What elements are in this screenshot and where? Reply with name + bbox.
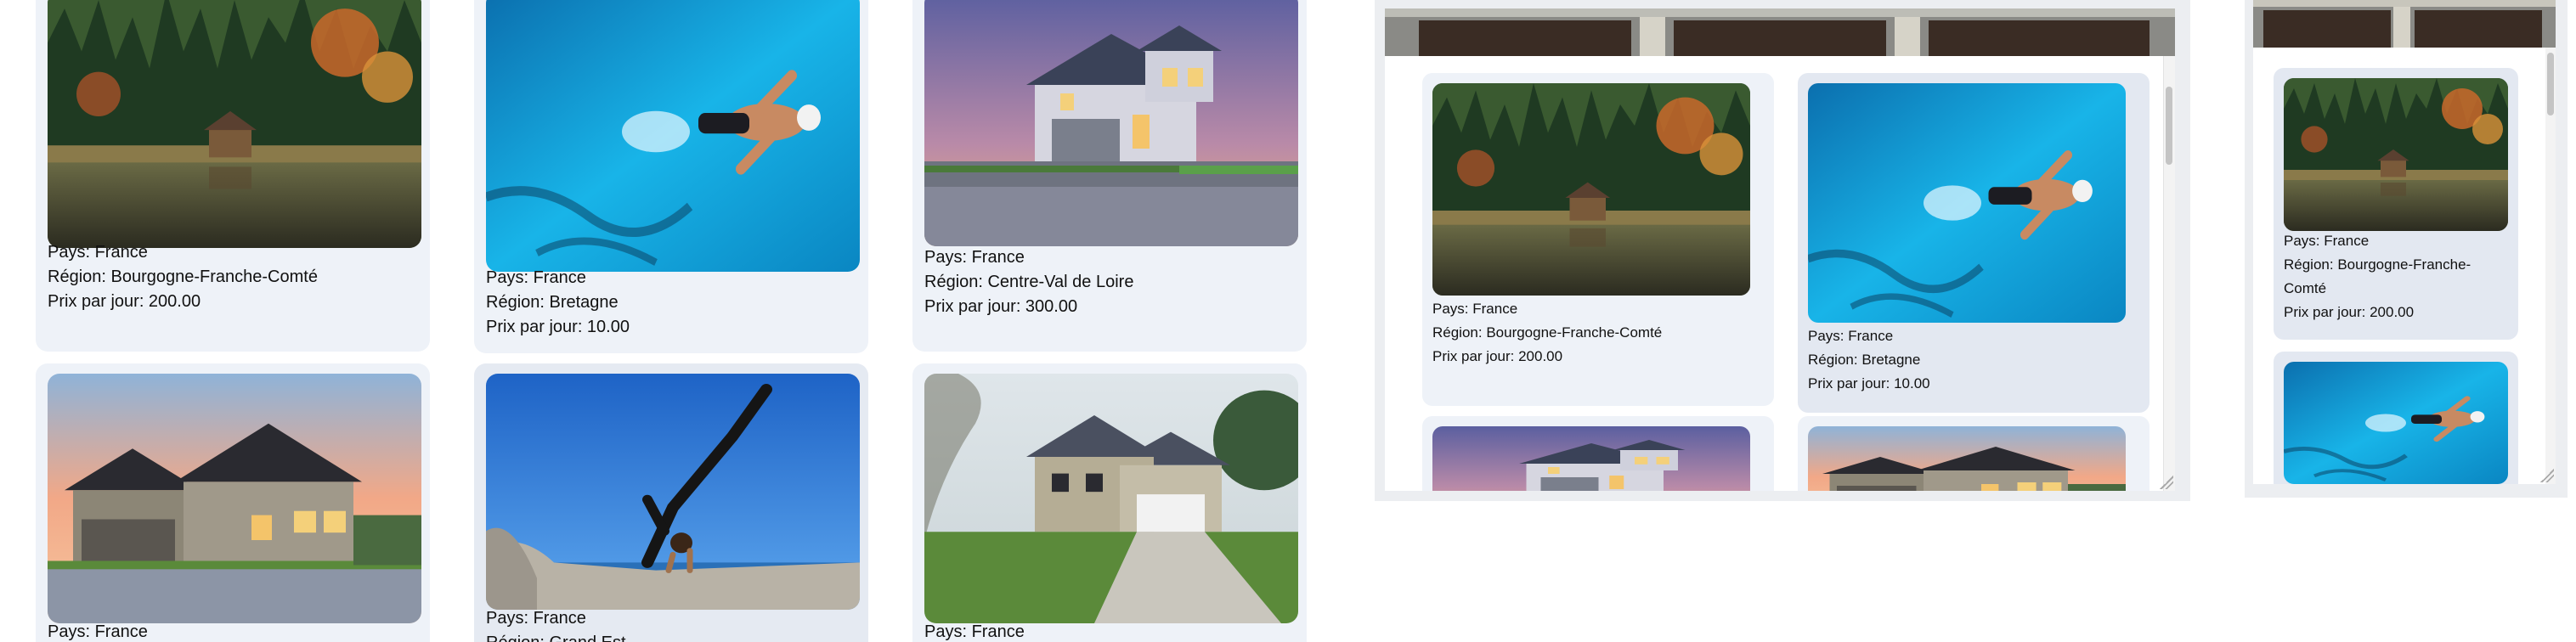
listing-country: Pays: France: [48, 243, 148, 262]
vertical-scrollbar[interactable]: [2163, 56, 2175, 491]
listing-card[interactable]: Pays: France Région: Bretagne Prix par j…: [1798, 73, 2149, 413]
listing-price: Prix par jour: 200.00: [1432, 348, 1563, 364]
listing-region: Région: Grand Est: [486, 631, 626, 642]
header-image-strip: [2253, 0, 2556, 48]
listing-image: [924, 0, 1298, 246]
listing-card[interactable]: Pays: France Région: Bourgogne-Franche-C…: [36, 0, 430, 352]
listing-card[interactable]: [1422, 416, 1774, 491]
listing-card[interactable]: Pays: France Région: Centre-Val de Loire…: [912, 0, 1307, 352]
listing-region: Région: Bretagne: [486, 293, 619, 312]
listing-region-line1: Région: Bourgogne-Franche-: [2284, 256, 2471, 273]
listings-preview-medium: Pays: France Région: Bourgogne-Franche-C…: [1375, 0, 2190, 501]
resize-handle-icon[interactable]: [2160, 476, 2173, 489]
vertical-scrollbar[interactable]: [2545, 48, 2556, 484]
preview-viewport[interactable]: Pays: France Région: Bourgogne-Franche- …: [2253, 48, 2556, 484]
listing-image: [1432, 83, 1750, 296]
listing-price: Prix par jour: 10.00: [1808, 375, 1930, 391]
listing-country: Pays: France: [924, 622, 1025, 641]
listing-price: Prix par jour: 200.00: [48, 292, 201, 311]
listing-region: Région: Centre-Val de Loire: [924, 273, 1134, 291]
listing-image: [48, 374, 421, 623]
listing-country: Pays: France: [924, 248, 1025, 267]
listing-image: [924, 374, 1298, 623]
listing-image: [486, 374, 860, 610]
listing-image: [486, 0, 860, 272]
listing-country: Pays: France: [1808, 328, 1894, 344]
listing-card[interactable]: Pays: France Région: Bourgogne-Franche- …: [2274, 68, 2518, 340]
listing-country: Pays: France: [486, 268, 586, 287]
listing-card[interactable]: [2274, 352, 2518, 484]
listing-country: Pays: France: [2284, 233, 2370, 249]
listing-card[interactable]: Pays: France Région: Grand Est: [474, 363, 868, 642]
preview-viewport[interactable]: Pays: France Région: Bourgogne-Franche-C…: [1385, 56, 2175, 491]
listing-image: [48, 0, 421, 248]
listing-country: Pays: France: [486, 609, 586, 628]
resize-handle-icon[interactable]: [2540, 469, 2554, 482]
listing-region: Région: Bourgogne-Franche- Comté: [2284, 253, 2513, 301]
listing-card[interactable]: Pays: France Région: Bourgogne-Franche-C…: [1422, 73, 1774, 406]
listing-region: Région: Bourgogne-Franche-Comté: [1432, 324, 1663, 341]
listing-price: Prix par jour: 300.00: [924, 297, 1078, 316]
listing-card[interactable]: [1798, 416, 2149, 491]
listing-price: Prix par jour: 10.00: [486, 318, 630, 336]
listing-image: [1432, 426, 1750, 491]
listings-grid-wide: Pays: France Région: Bourgogne-Franche-C…: [0, 0, 1342, 642]
listing-card[interactable]: Pays: France: [36, 363, 430, 642]
listing-region: Région: Bretagne: [1808, 352, 1921, 368]
scrollbar-thumb[interactable]: [2166, 87, 2172, 165]
listing-card[interactable]: Pays: France Région: Bretagne Prix par j…: [474, 0, 868, 353]
listings-preview-narrow: Pays: France Région: Bourgogne-Franche- …: [2245, 0, 2568, 498]
listing-image: [1808, 426, 2126, 491]
listing-image: [2284, 78, 2508, 231]
listing-region-line2: Comté: [2284, 280, 2327, 296]
listing-country: Pays: France: [48, 622, 148, 641]
listing-image: [1808, 83, 2126, 323]
scrollbar-thumb[interactable]: [2547, 53, 2554, 115]
listing-price: Prix par jour: 200.00: [2284, 304, 2415, 320]
listing-country: Pays: France: [1432, 301, 1518, 317]
header-image-strip: [1385, 8, 2175, 58]
listing-image: [2284, 362, 2508, 484]
listing-region: Région: Bourgogne-Franche-Comté: [48, 268, 318, 286]
listing-card[interactable]: Pays: France: [912, 363, 1307, 642]
